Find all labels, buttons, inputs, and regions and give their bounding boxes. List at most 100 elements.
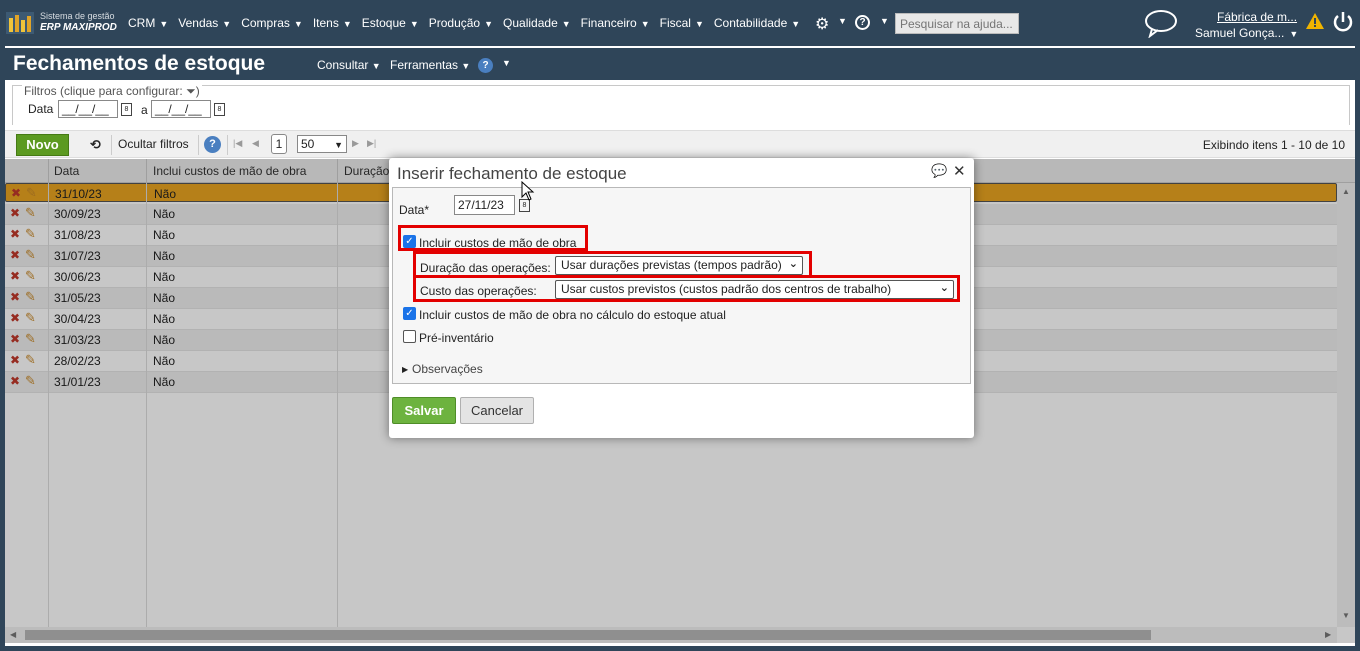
filters-panel [12,85,1350,125]
logo-line2: ERP MAXIPROD [40,22,117,33]
caret-down-icon: ▼ [640,19,650,29]
include-labor-label: Incluir custos de mão de obra [419,236,577,250]
ferramentas-menu[interactable]: Ferramentas ▼ [390,58,470,72]
chevron-down-icon: ⌄ [788,258,798,270]
include-labor-checkbox[interactable]: ✓ [403,235,416,248]
menu-label: Vendas [178,16,219,30]
chevron-down-icon: ⌄ [939,282,949,294]
toolbar-divider [227,135,228,155]
menu-estoque[interactable]: Estoque ▼ [362,16,419,30]
menu-itens[interactable]: Itens ▼ [313,16,352,30]
duration-select-value: Usar durações previstas (tempos padrão) [561,258,782,272]
first-page-icon[interactable]: |◀ [233,138,242,149]
next-page-icon[interactable]: ▶ [352,138,359,149]
power-icon[interactable] [1332,10,1354,34]
include-labor-current-checkbox[interactable]: ✓ [403,307,416,320]
menu-compras[interactable]: Compras ▼ [241,16,303,30]
user-menu[interactable]: Samuel Gonça... ▼ [1195,26,1298,40]
caret-down-icon: ▼ [1289,29,1299,39]
dialog-form: Data* 27/11/23 8 ✓ Incluir custos de mão… [392,187,971,384]
mouse-cursor-icon [521,181,535,201]
caret-down-icon: ▼ [694,19,704,29]
filter-date-to-input[interactable]: __/__/__ [151,100,211,118]
include-labor-current-label: Incluir custos de mão de obra no cálculo… [419,308,726,322]
page-title: Fechamentos de estoque [13,52,266,75]
menu-crm[interactable]: CRM ▼ [128,16,168,30]
menu-financeiro[interactable]: Financeiro ▼ [581,16,650,30]
menu-label: Consultar [317,58,369,72]
caret-down-icon: ▼ [222,19,232,29]
page-title-bar: Fechamentos de estoque Consultar ▼ Ferra… [5,48,1355,80]
filters-legend[interactable]: Filtros (clique para configurar: ⏷) [22,84,202,99]
toolbar-divider [111,135,112,155]
calendar-icon[interactable]: 8 [214,103,225,116]
cost-select[interactable]: Usar custos previstos (custos padrão dos… [555,280,954,299]
filter-date-from-input[interactable]: __/__/__ [58,100,118,118]
menu-contabilidade[interactable]: Contabilidade ▼ [714,16,800,30]
dialog-title: Inserir fechamento de estoque [397,164,627,183]
prev-page-icon[interactable]: ◀ [252,138,259,149]
menu-label: Produção [428,16,481,30]
duration-label: Duração das operações: [420,261,551,275]
menu-label: Ferramentas [390,58,459,72]
main-menu: CRM ▼ Vendas ▼ Compras ▼ Itens ▼ Estoque ▼ Pr… [128,16,810,30]
last-page-icon[interactable]: ▶| [367,138,376,149]
menu-fiscal[interactable]: Fiscal ▼ [660,16,704,30]
warning-icon[interactable] [1305,12,1325,30]
gear-icon[interactable]: ⚙ [815,14,829,34]
menu-label: Fiscal [659,16,691,30]
consultar-menu[interactable]: Consultar ▼ [317,58,381,72]
caret-down-icon[interactable]: ▼ [502,58,511,68]
closing-date-input[interactable]: 27/11/23 [454,195,515,215]
help-icon[interactable]: ? [855,15,870,30]
save-button[interactable]: Salvar [392,397,456,424]
logo-line1: Sistema de gestão [40,11,115,21]
pre-inventory-label: Pré-inventário [419,331,494,345]
page-number-input[interactable]: 1 [271,134,287,154]
help-search-input[interactable] [895,13,1019,34]
menu-producao[interactable]: Produção ▼ [429,16,493,30]
menu-label: Qualidade [503,16,558,30]
help-icon[interactable]: ? [204,136,221,153]
top-navbar: Sistema de gestão ERP MAXIPROD CRM ▼ Vend… [0,0,1360,46]
hide-filters-button[interactable]: Ocultar filtros [118,137,189,151]
grid-toolbar: Novo ⟲ Ocultar filtros ? |◀ ◀ 1 50 ▼ ▶ ▶|… [5,130,1355,158]
duration-select[interactable]: Usar durações previstas (tempos padrão) ⌄ [555,256,803,275]
filter-date-label: Data [28,102,54,116]
menu-label: Estoque [361,16,406,30]
chat-bubble-icon[interactable] [1144,8,1178,38]
caret-down-icon: ▼ [159,19,169,29]
menu-label: Compras [241,16,290,30]
cost-label: Custo das operações: [420,284,537,298]
filters-legend-text: Filtros (clique para configurar: [24,84,183,98]
caret-down-icon[interactable]: ▼ [838,16,847,26]
menu-label: Financeiro [580,16,637,30]
company-link[interactable]: Fábrica de m... [1217,10,1297,24]
filter-date-separator: a [141,103,148,117]
menu-qualidade[interactable]: Qualidade ▼ [503,16,571,30]
caret-down-icon: ▼ [561,19,571,29]
calendar-icon[interactable]: 8 [121,103,132,116]
refresh-icon[interactable]: ⟲ [90,137,101,153]
pre-inventory-checkbox[interactable] [403,330,416,343]
cancel-button[interactable]: Cancelar [460,397,534,424]
date-label: Data* [399,203,430,217]
page-size-select[interactable]: 50 ▼ [297,135,347,153]
maxiprod-logo-icon[interactable] [6,10,34,36]
caret-down-icon: ▼ [371,61,381,71]
menu-label: Itens [312,16,339,30]
filter-icon[interactable]: ⏷ [186,84,196,98]
notes-toggle[interactable]: Observações [412,362,483,376]
caret-down-icon: ▼ [791,19,801,29]
new-button[interactable]: Novo [16,134,69,156]
caret-down-icon: ▼ [484,19,494,29]
close-icon[interactable]: ✕ [953,162,966,180]
menu-vendas[interactable]: Vendas ▼ [178,16,231,30]
menu-label: CRM [128,16,156,30]
comment-bubble-icon[interactable]: 💬 [931,163,947,179]
toolbar-divider [198,135,199,155]
items-count: Exibindo itens 1 - 10 de 10 [1202,138,1345,152]
help-icon[interactable]: ? [478,58,493,73]
expand-triangle-icon[interactable]: ▶ [402,365,408,374]
caret-down-icon[interactable]: ▼ [880,16,889,26]
